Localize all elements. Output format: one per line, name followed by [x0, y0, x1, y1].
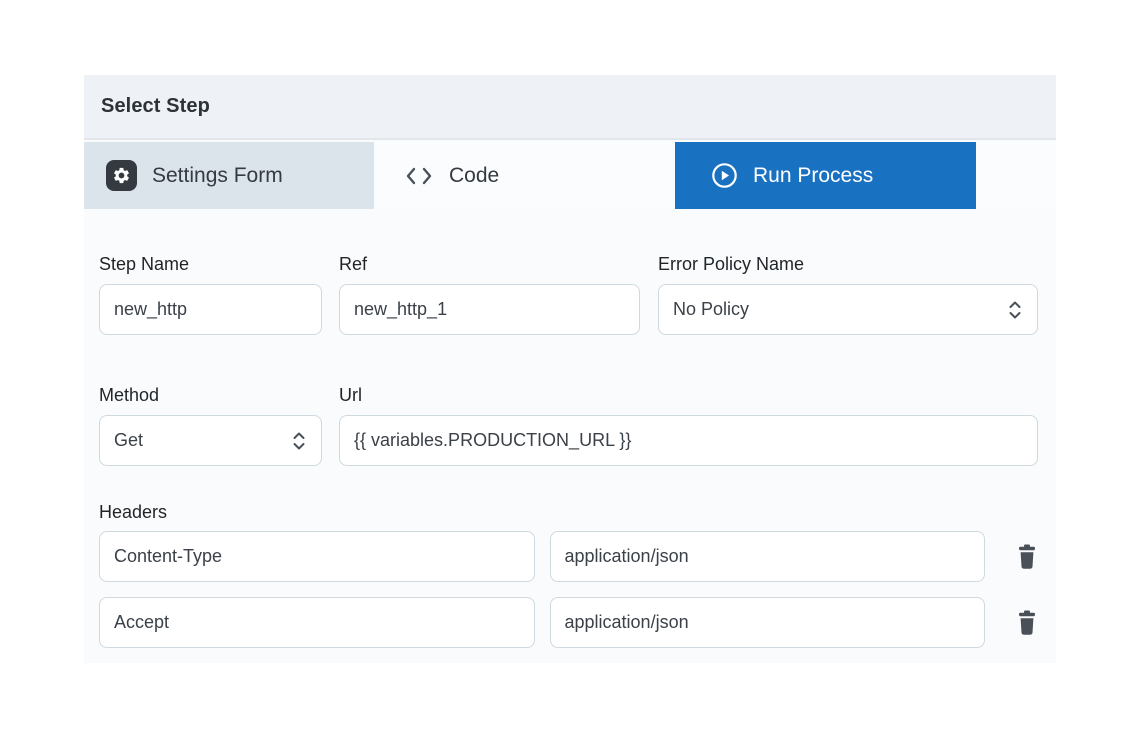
header-row — [99, 531, 1038, 582]
method-label: Method — [99, 383, 322, 407]
trash-icon — [1016, 609, 1038, 636]
tab-bar: Settings Form Code Run Process — [84, 142, 1056, 209]
tab-settings-form-label: Settings Form — [152, 164, 283, 188]
header-key-input[interactable] — [99, 597, 535, 648]
url-field-group: Url — [339, 383, 1038, 466]
step-name-field-group: Step Name — [99, 252, 322, 335]
url-label: Url — [339, 383, 1038, 407]
error-policy-selected-value: No Policy — [673, 299, 749, 320]
chevron-up-down-icon — [1007, 299, 1023, 321]
gear-icon — [106, 160, 137, 191]
ref-field-group: Ref — [339, 252, 640, 335]
chevron-up-down-icon — [291, 430, 307, 452]
headers-label: Headers — [99, 500, 1038, 524]
select-step-panel: Select Step Settings Form Code Run Proce… — [84, 75, 1056, 663]
method-selected-value: Get — [114, 430, 143, 451]
error-policy-field-group: Error Policy Name No Policy — [658, 252, 1038, 335]
step-name-input[interactable] — [99, 284, 322, 335]
delete-header-button[interactable] — [1016, 542, 1038, 572]
step-name-label: Step Name — [99, 252, 322, 276]
settings-form: Step Name Ref Error Policy Name No Polic… — [84, 252, 1056, 661]
panel-header: Select Step — [84, 75, 1056, 140]
ref-input[interactable] — [339, 284, 640, 335]
code-brackets-icon — [404, 165, 434, 187]
error-policy-label: Error Policy Name — [658, 252, 1038, 276]
url-input[interactable] — [339, 415, 1038, 466]
error-policy-select[interactable]: No Policy — [658, 284, 1038, 335]
method-field-group: Method Get — [99, 383, 322, 466]
delete-header-button[interactable] — [1016, 608, 1038, 638]
header-key-input[interactable] — [99, 531, 535, 582]
ref-label: Ref — [339, 252, 640, 276]
play-circle-icon — [711, 162, 738, 189]
tab-run-process-label: Run Process — [753, 164, 873, 188]
page-title: Select Step — [101, 95, 210, 118]
tab-settings-form[interactable]: Settings Form — [84, 142, 374, 209]
header-row — [99, 597, 1038, 648]
tab-code[interactable]: Code — [374, 142, 675, 209]
header-value-input[interactable] — [550, 597, 986, 648]
trash-icon — [1016, 543, 1038, 570]
headers-section: Headers — [99, 500, 1038, 648]
tab-code-label: Code — [449, 164, 499, 188]
header-value-input[interactable] — [550, 531, 986, 582]
method-select[interactable]: Get — [99, 415, 322, 466]
tab-run-process[interactable]: Run Process — [675, 142, 976, 209]
